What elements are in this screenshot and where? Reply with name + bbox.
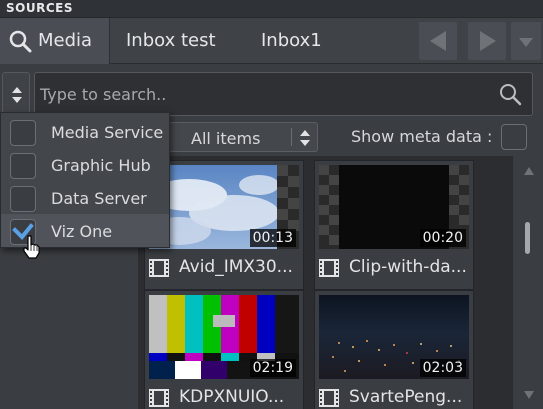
tab-inbox-test-label: Inbox test [126, 30, 216, 51]
tabs-more-button[interactable] [511, 22, 541, 60]
media-thumbnail: 00:13 [149, 165, 299, 249]
media-card[interactable]: 00:20 Clip-with-da... [314, 160, 474, 290]
tab-inbox-test[interactable]: Inbox test [126, 18, 216, 64]
media-name: Clip-with-da... [349, 257, 467, 277]
panel-header: SOURCES [0, 0, 543, 18]
panel-title: SOURCES [6, 1, 73, 15]
triangle-left-icon [430, 31, 446, 51]
chevron-down-icon [519, 38, 533, 47]
film-icon [149, 259, 169, 277]
tabs-prev-button[interactable] [419, 22, 457, 60]
duration-badge: 00:20 [419, 229, 466, 247]
source-option-label: Media Service [51, 123, 164, 142]
sort-arrows-icon [12, 87, 22, 103]
vertical-scrollbar[interactable] [513, 156, 543, 409]
duration-badge: 02:19 [249, 359, 296, 377]
scrollbar-thumb[interactable] [525, 222, 530, 254]
tab-bar: Media Inbox test Inbox1 [0, 18, 543, 64]
media-name-row: Clip-with-da... [319, 255, 469, 281]
media-card[interactable]: 02:19 KDPXNUIO... [144, 290, 304, 409]
source-selector-button[interactable] [2, 72, 30, 116]
media-grid: 00:13 Avid_IMX30... 00:20 Clip-with-da..… [138, 156, 513, 409]
scroll-up-icon[interactable] [523, 166, 535, 176]
duration-badge: 00:13 [249, 229, 296, 247]
media-name-row: Avid_IMX30... [149, 255, 299, 281]
source-option-graphic-hub[interactable]: Graphic Hub [1, 148, 169, 181]
tab-media[interactable]: Media [0, 18, 110, 64]
source-option-label: Viz One [51, 222, 113, 241]
tabs-next-button[interactable] [468, 22, 506, 60]
media-thumbnail: 02:19 [149, 295, 299, 379]
hand-cursor-icon [23, 235, 40, 259]
media-thumbnail: 00:20 [319, 165, 469, 249]
source-option-label: Graphic Hub [51, 156, 151, 175]
item-filter-dropdown[interactable]: All items [168, 122, 318, 152]
duration-badge: 02:03 [419, 359, 466, 377]
show-meta-data-checkbox[interactable] [501, 124, 527, 150]
scroll-down-icon[interactable] [523, 390, 535, 400]
search-input[interactable]: Type to search.. [34, 72, 533, 116]
dropdown-divider [291, 128, 292, 146]
tab-inbox1[interactable]: Inbox1 [261, 18, 322, 64]
search-icon [9, 30, 32, 53]
film-icon [149, 389, 169, 407]
source-option-media-service[interactable]: Media Service [1, 115, 169, 148]
search-icon [500, 84, 522, 106]
sources-menu: Media Service Graphic Hub Data Server Vi… [0, 112, 170, 248]
film-icon [319, 259, 339, 277]
media-thumbnail: 02:03 [319, 295, 469, 379]
item-filter-value: All items [191, 129, 261, 148]
show-meta-data-label: Show meta data : [351, 127, 493, 146]
search-placeholder: Type to search.. [40, 85, 167, 104]
sort-arrows-icon [300, 130, 310, 146]
tab-inbox1-label: Inbox1 [261, 30, 322, 51]
source-checkbox[interactable] [10, 153, 36, 179]
media-name-row: KDPXNUIO... [149, 385, 299, 409]
media-card[interactable]: 02:03 SvartePeng... [314, 290, 474, 409]
media-name: Avid_IMX30... [179, 257, 293, 277]
media-name: KDPXNUIO... [179, 387, 285, 407]
source-option-data-server[interactable]: Data Server [1, 181, 169, 214]
tab-media-label: Media [38, 30, 93, 51]
media-name: SvartePeng... [349, 387, 463, 407]
source-checkbox[interactable] [10, 186, 36, 212]
source-checkbox[interactable] [10, 120, 36, 146]
film-icon [319, 389, 339, 407]
media-name-row: SvartePeng... [319, 385, 469, 409]
triangle-right-icon [480, 31, 496, 51]
source-option-label: Data Server [51, 189, 147, 208]
